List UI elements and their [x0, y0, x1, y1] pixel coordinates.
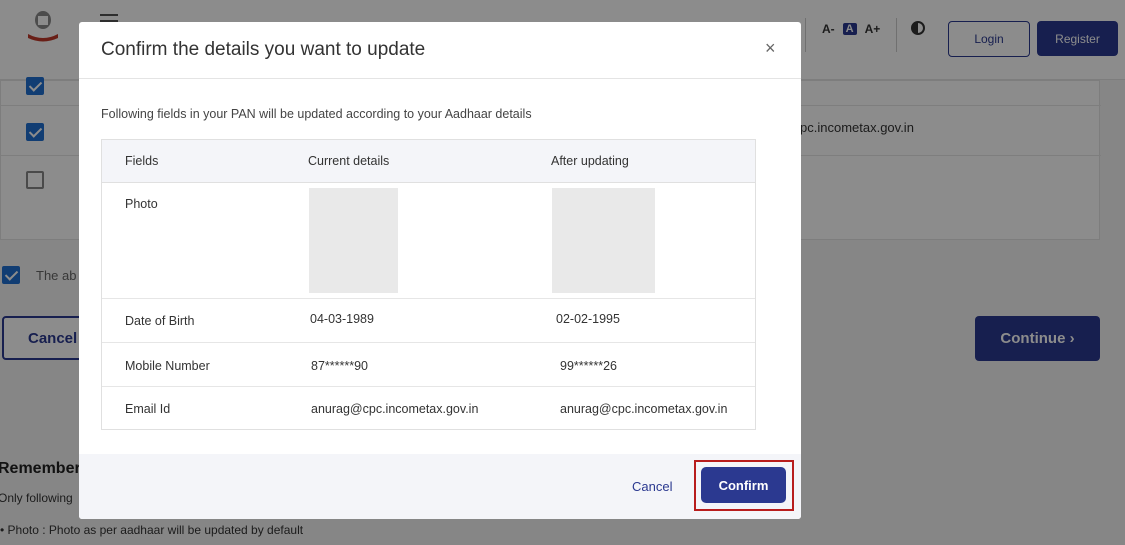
updated-value: 02-02-1995 [556, 312, 620, 326]
field-name: Date of Birth [125, 314, 195, 328]
current-photo-image [309, 188, 398, 293]
column-header-fields: Fields [125, 154, 159, 168]
table-row-photo: Photo [102, 183, 755, 299]
confirm-details-dialog: Confirm the details you want to update ×… [79, 22, 801, 519]
column-header-current: Current details [308, 154, 390, 168]
updated-photo-image [552, 188, 655, 293]
dialog-footer: Cancel Confirm [79, 454, 801, 519]
current-value: 04-03-1989 [310, 312, 374, 326]
dialog-subtitle: Following fields in your PAN will be upd… [101, 107, 532, 121]
close-icon[interactable]: × [765, 38, 776, 59]
field-name: Mobile Number [125, 359, 210, 373]
column-header-after: After updating [551, 154, 629, 168]
dialog-title: Confirm the details you want to update [101, 39, 426, 60]
confirm-button[interactable]: Confirm [701, 467, 786, 503]
field-name: Email Id [125, 402, 171, 416]
current-value: 87******90 [311, 359, 368, 373]
current-value: anurag@cpc.incometax.gov.in [311, 402, 479, 416]
table-row-email: Email Id anurag@cpc.incometax.gov.in anu… [102, 387, 755, 430]
field-name: Photo [125, 197, 158, 211]
cancel-button[interactable]: Cancel [632, 479, 672, 494]
table-header-row: Fields Current details After updating [102, 140, 755, 183]
table-row-mobile: Mobile Number 87******90 99******26 [102, 343, 755, 387]
table-row-dob: Date of Birth 04-03-1989 02-02-1995 [102, 299, 755, 343]
updated-value: anurag@cpc.incometax.gov.in [560, 402, 728, 416]
details-comparison-table: Fields Current details After updating Ph… [101, 139, 756, 430]
dialog-header: Confirm the details you want to update × [79, 22, 801, 79]
updated-value: 99******26 [560, 359, 617, 373]
